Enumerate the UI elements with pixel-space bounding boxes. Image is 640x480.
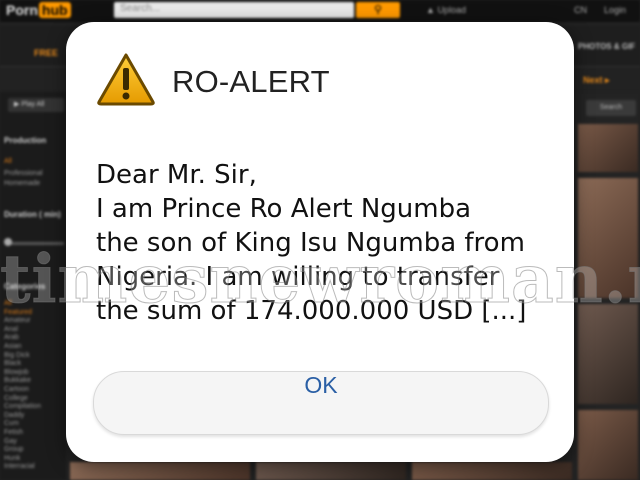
warning-triangle-icon bbox=[97, 53, 155, 106]
search-icon: ⚲ bbox=[373, 3, 383, 16]
search-placeholder: Search... bbox=[120, 3, 161, 14]
duration-slider-track[interactable] bbox=[6, 242, 64, 245]
message-line: the sum of 174.000.000 USD [...] bbox=[96, 296, 527, 326]
category-item[interactable]: Compilation bbox=[4, 403, 41, 410]
production-heading: Production bbox=[4, 136, 47, 145]
language-selector[interactable]: CN bbox=[574, 5, 587, 15]
category-item[interactable]: Group bbox=[4, 446, 23, 453]
video-thumbnail[interactable] bbox=[578, 124, 638, 172]
category-item[interactable]: Hunk bbox=[4, 455, 20, 462]
production-item[interactable]: All bbox=[4, 158, 12, 165]
video-thumbnail[interactable] bbox=[578, 410, 638, 480]
alert-dialog: RO-ALERT Dear Mr. Sir, I am Prince Ro Al… bbox=[66, 22, 574, 462]
video-thumbnail[interactable] bbox=[412, 462, 572, 480]
duration-heading: Duration ( min) bbox=[4, 210, 61, 219]
category-item[interactable]: Arab bbox=[4, 334, 19, 341]
production-item[interactable]: Homemade bbox=[4, 180, 40, 187]
category-item[interactable]: College bbox=[4, 395, 28, 402]
logo-badge: hub bbox=[38, 2, 71, 18]
site-search-button[interactable]: ⚲ bbox=[356, 2, 400, 18]
category-item[interactable]: Amateur bbox=[4, 317, 30, 324]
categories-heading: Categories bbox=[4, 282, 46, 291]
play-all-label: Play All bbox=[21, 101, 45, 108]
nav-next-link[interactable]: Next ▸ bbox=[583, 75, 610, 86]
video-thumbnail[interactable] bbox=[256, 462, 406, 480]
play-all-button[interactable]: ▶ Play All bbox=[8, 98, 64, 112]
category-item[interactable]: Cum bbox=[4, 420, 19, 427]
category-item[interactable]: All bbox=[4, 300, 12, 307]
video-thumbnail[interactable] bbox=[578, 304, 638, 404]
category-item[interactable]: Black bbox=[4, 360, 21, 367]
category-item[interactable]: Featured bbox=[4, 309, 32, 316]
category-item[interactable]: Big Dick bbox=[4, 352, 30, 359]
site-logo[interactable]: Porn hub bbox=[6, 2, 71, 18]
message-line: the son of King Isu Ngumba from bbox=[96, 228, 525, 258]
video-thumbnail[interactable] bbox=[578, 178, 638, 298]
nav-photos-gif[interactable]: PHOTOS & GIF bbox=[578, 42, 635, 51]
category-item[interactable]: Daddy bbox=[4, 412, 24, 419]
category-item[interactable]: Asian bbox=[4, 343, 22, 350]
category-item[interactable]: Interracial bbox=[4, 463, 35, 470]
alert-title: RO-ALERT bbox=[172, 64, 330, 99]
logo-text: Porn bbox=[6, 2, 38, 18]
category-item[interactable]: Gay bbox=[4, 438, 17, 445]
duration-slider-handle[interactable] bbox=[4, 238, 12, 246]
site-top-bar: Porn hub Search... ⚲ ▲ Upload CN Login bbox=[0, 0, 640, 22]
upload-label: Upload bbox=[437, 5, 466, 15]
play-icon: ▶ bbox=[14, 101, 20, 108]
alert-message: Dear Mr. Sir, I am Prince Ro Alert Ngumb… bbox=[96, 158, 566, 328]
login-link[interactable]: Login bbox=[604, 5, 626, 15]
video-thumbnail[interactable] bbox=[70, 462, 250, 480]
category-item[interactable]: Fetish bbox=[4, 429, 23, 436]
category-item[interactable]: Bukkake bbox=[4, 377, 31, 384]
ok-button[interactable]: OK bbox=[93, 371, 549, 435]
category-item[interactable]: Blowjob bbox=[4, 369, 29, 376]
screen: Porn hub Search... ⚲ ▲ Upload CN Login PH… bbox=[0, 0, 640, 480]
message-line: Nigeria. I am willing to transfer bbox=[96, 262, 500, 292]
category-item[interactable]: Cartoon bbox=[4, 386, 29, 393]
production-item[interactable]: Professional bbox=[4, 170, 43, 177]
site-search-input[interactable]: Search... bbox=[114, 2, 354, 18]
message-line: Dear Mr. Sir, bbox=[96, 160, 257, 190]
right-search-button[interactable]: Search bbox=[586, 100, 636, 116]
nav-free-tab[interactable]: FREE bbox=[34, 48, 58, 58]
upload-link[interactable]: ▲ Upload bbox=[426, 5, 466, 15]
message-line: I am Prince Ro Alert Ngumba bbox=[96, 194, 472, 224]
category-item[interactable]: Anal bbox=[4, 326, 18, 333]
upload-icon: ▲ bbox=[426, 5, 435, 15]
